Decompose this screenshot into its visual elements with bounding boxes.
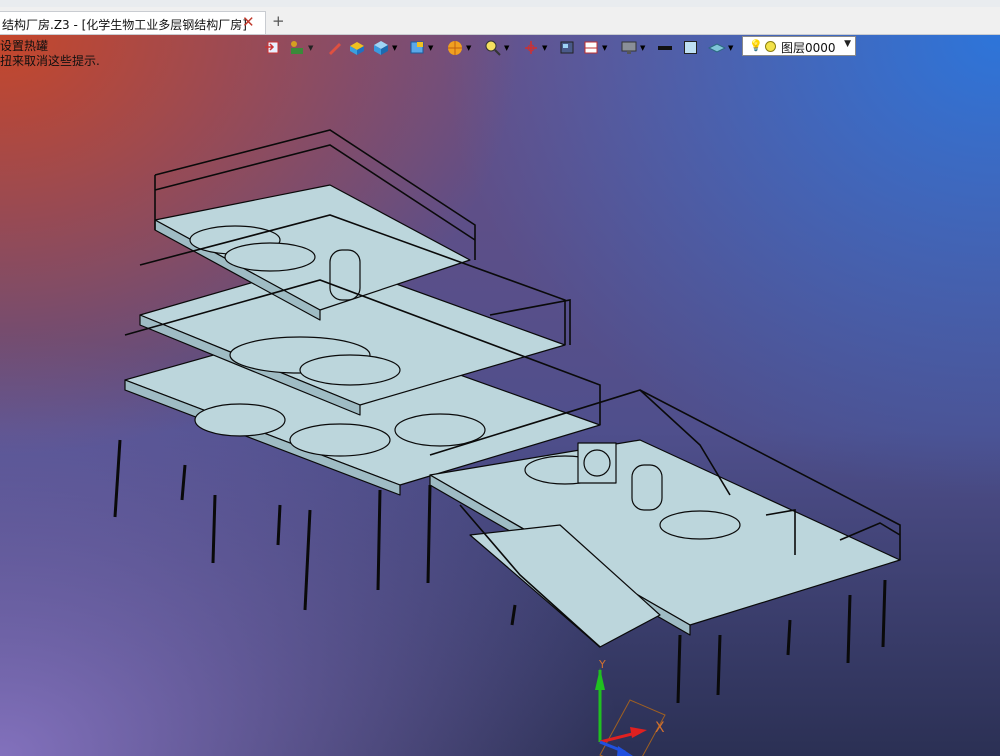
y-axis-label: Y [598, 660, 606, 671]
column [786, 619, 792, 656]
tank-lower-3 [394, 413, 486, 447]
tank-top-2 [224, 242, 316, 272]
close-icon[interactable]: ✕ [242, 13, 255, 31]
column [676, 634, 682, 704]
column [716, 634, 722, 696]
column [510, 604, 517, 626]
z-arrow-icon [617, 746, 633, 756]
document-tab-title: 结构厂房.Z3 - [化学生物工业多层钢结构厂房] [2, 18, 247, 32]
column [303, 509, 312, 611]
steel-structure-model[interactable] [0, 35, 1000, 756]
tank-middle-2 [299, 354, 401, 386]
column [376, 489, 382, 591]
3d-viewport[interactable]: 设置热罐 扭来取消这些提示. ▼ ▼ ▼ ▼ ▼ ▼ ▼ ▼ ▼ 💡 图层000… [0, 35, 1000, 756]
column [276, 504, 282, 546]
x-axis-label: X [655, 720, 665, 736]
quick-access-bar [0, 0, 1000, 7]
column [846, 594, 852, 664]
column [113, 439, 122, 518]
document-tab-bar: 结构厂房.Z3 - [化学生物工业多层钢结构厂房] ✕ + [0, 7, 1000, 35]
tank-vertical-annex [631, 464, 663, 511]
x-arrow-icon [630, 727, 647, 738]
column [211, 494, 217, 564]
tank-annex-2 [659, 510, 741, 540]
document-tab[interactable]: 结构厂房.Z3 - [化学生物工业多层钢结构厂房] ✕ [0, 11, 266, 34]
plus-icon[interactable]: + [272, 12, 285, 30]
tank-lower-2 [289, 423, 391, 457]
axis-triad: X Y Z [595, 660, 666, 756]
y-arrow-icon [595, 668, 605, 690]
tank-lower-1 [194, 403, 286, 437]
column [426, 484, 432, 584]
column [180, 464, 187, 501]
column [881, 579, 887, 648]
